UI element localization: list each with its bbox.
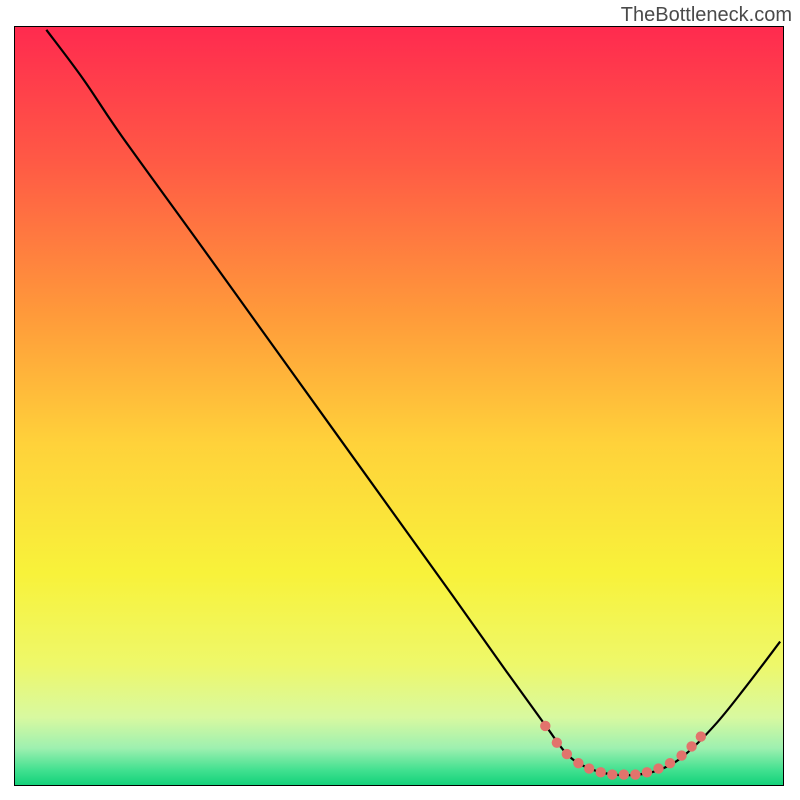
highlight-dot [552,737,562,747]
highlight-dot [653,763,663,773]
chart-svg [14,26,784,786]
highlight-dot [686,741,696,751]
gradient-background [14,26,784,786]
highlight-dot [676,750,686,760]
highlight-dot [642,767,652,777]
highlight-dot [607,769,617,779]
highlight-dot [596,767,606,777]
chart-container: TheBottleneck.com [0,0,800,800]
plot-area [14,26,784,786]
watermark-text: TheBottleneck.com [621,4,792,27]
highlight-dot [619,769,629,779]
highlight-dot [562,749,572,759]
highlight-dot [630,769,640,779]
highlight-dot [696,731,706,741]
highlight-dot [584,763,594,773]
highlight-dot [540,721,550,731]
highlight-dot [665,758,675,768]
highlight-dot [573,758,583,768]
